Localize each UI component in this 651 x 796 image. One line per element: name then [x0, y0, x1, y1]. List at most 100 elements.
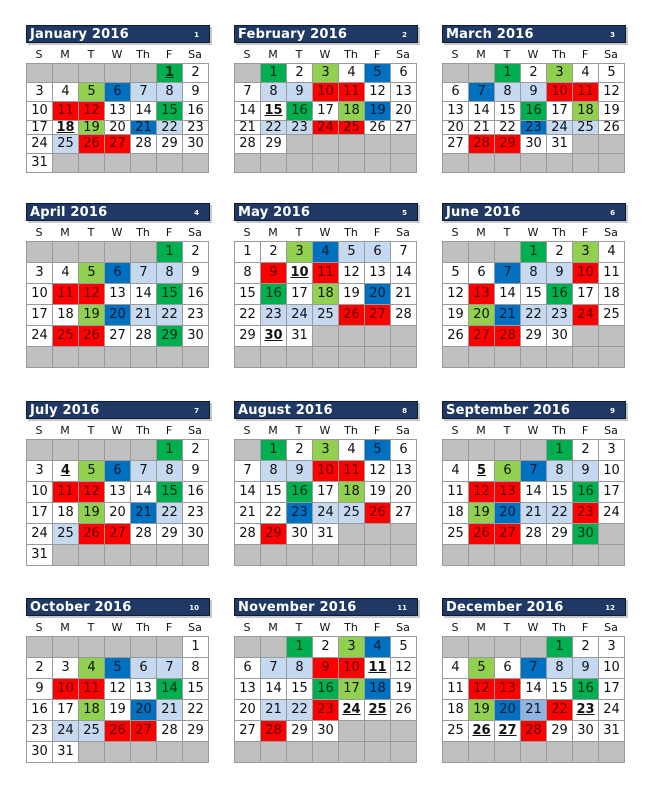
day-cell[interactable]: 22: [547, 503, 573, 524]
day-cell[interactable]: 19: [79, 121, 105, 135]
day-cell[interactable]: 24: [573, 305, 599, 326]
day-cell[interactable]: 28: [131, 524, 157, 545]
day-cell[interactable]: 3: [27, 461, 53, 482]
day-cell[interactable]: 10: [339, 658, 365, 679]
day-cell[interactable]: 18: [599, 284, 625, 305]
day-cell[interactable]: 10: [53, 679, 79, 700]
day-cell[interactable]: 15: [261, 102, 287, 121]
day-cell[interactable]: 6: [391, 64, 417, 83]
day-cell[interactable]: 4: [599, 242, 625, 263]
day-cell[interactable]: 17: [339, 679, 365, 700]
day-cell[interactable]: 10: [27, 102, 53, 121]
day-cell[interactable]: 21: [131, 305, 157, 326]
day-cell[interactable]: 3: [547, 64, 573, 83]
day-cell[interactable]: 27: [391, 503, 417, 524]
day-cell[interactable]: 2: [573, 440, 599, 461]
day-cell[interactable]: 1: [157, 64, 183, 83]
day-cell[interactable]: 10: [313, 83, 339, 102]
day-cell[interactable]: 1: [521, 242, 547, 263]
day-cell[interactable]: 16: [573, 679, 599, 700]
day-cell[interactable]: 9: [261, 263, 287, 284]
day-cell[interactable]: 7: [495, 263, 521, 284]
day-cell[interactable]: 7: [235, 83, 261, 102]
day-cell[interactable]: 12: [443, 284, 469, 305]
day-cell[interactable]: 24: [53, 721, 79, 742]
day-cell[interactable]: 23: [183, 121, 209, 135]
day-cell[interactable]: 2: [261, 242, 287, 263]
day-cell[interactable]: 28: [131, 135, 157, 154]
day-cell[interactable]: 16: [547, 284, 573, 305]
day-cell[interactable]: 1: [235, 242, 261, 263]
day-cell[interactable]: 9: [547, 263, 573, 284]
day-cell[interactable]: 2: [521, 64, 547, 83]
day-cell[interactable]: 14: [391, 263, 417, 284]
day-cell[interactable]: 20: [105, 503, 131, 524]
day-cell[interactable]: 23: [287, 503, 313, 524]
day-cell[interactable]: 26: [105, 721, 131, 742]
day-cell[interactable]: 2: [27, 658, 53, 679]
day-cell[interactable]: 29: [521, 326, 547, 347]
day-cell[interactable]: 8: [157, 461, 183, 482]
day-cell[interactable]: 21: [261, 700, 287, 721]
day-cell[interactable]: 29: [547, 524, 573, 545]
day-cell[interactable]: 22: [547, 700, 573, 721]
day-cell[interactable]: 18: [573, 102, 599, 121]
day-cell[interactable]: 30: [261, 326, 287, 347]
day-cell[interactable]: 18: [443, 503, 469, 524]
day-cell[interactable]: 7: [521, 658, 547, 679]
day-cell[interactable]: 10: [547, 83, 573, 102]
day-cell[interactable]: 11: [599, 263, 625, 284]
day-cell[interactable]: 9: [287, 83, 313, 102]
day-cell[interactable]: 21: [235, 121, 261, 135]
day-cell[interactable]: 6: [495, 461, 521, 482]
day-cell[interactable]: 9: [521, 83, 547, 102]
day-cell[interactable]: 17: [599, 482, 625, 503]
day-cell[interactable]: 22: [261, 121, 287, 135]
day-cell[interactable]: 3: [53, 658, 79, 679]
day-cell[interactable]: 12: [391, 658, 417, 679]
day-cell[interactable]: 6: [443, 83, 469, 102]
day-cell[interactable]: 24: [27, 524, 53, 545]
day-cell[interactable]: 12: [599, 83, 625, 102]
day-cell[interactable]: 21: [131, 121, 157, 135]
day-cell[interactable]: 19: [469, 503, 495, 524]
day-cell[interactable]: 22: [235, 305, 261, 326]
day-cell[interactable]: 6: [105, 83, 131, 102]
day-cell[interactable]: 1: [287, 637, 313, 658]
day-cell[interactable]: 16: [27, 700, 53, 721]
day-cell[interactable]: 31: [27, 545, 53, 566]
day-cell[interactable]: 8: [521, 263, 547, 284]
day-cell[interactable]: 27: [495, 524, 521, 545]
day-cell[interactable]: 11: [53, 284, 79, 305]
day-cell[interactable]: 1: [183, 637, 209, 658]
day-cell[interactable]: 30: [573, 721, 599, 742]
day-cell[interactable]: 17: [53, 700, 79, 721]
day-cell[interactable]: 18: [339, 482, 365, 503]
day-cell[interactable]: 25: [599, 305, 625, 326]
day-cell[interactable]: 20: [391, 102, 417, 121]
day-cell[interactable]: 30: [313, 721, 339, 742]
day-cell[interactable]: 15: [183, 679, 209, 700]
day-cell[interactable]: 6: [469, 263, 495, 284]
day-cell[interactable]: 26: [79, 326, 105, 347]
day-cell[interactable]: 13: [131, 679, 157, 700]
day-cell[interactable]: 15: [547, 679, 573, 700]
day-cell[interactable]: 30: [287, 524, 313, 545]
day-cell[interactable]: 23: [521, 121, 547, 135]
day-cell[interactable]: 13: [443, 102, 469, 121]
day-cell[interactable]: 17: [313, 102, 339, 121]
day-cell[interactable]: 12: [365, 83, 391, 102]
day-cell[interactable]: 22: [157, 121, 183, 135]
day-cell[interactable]: 5: [599, 64, 625, 83]
day-cell[interactable]: 15: [521, 284, 547, 305]
day-cell[interactable]: 22: [157, 503, 183, 524]
day-cell[interactable]: 12: [469, 482, 495, 503]
day-cell[interactable]: 1: [157, 242, 183, 263]
day-cell[interactable]: 22: [495, 121, 521, 135]
day-cell[interactable]: 9: [27, 679, 53, 700]
day-cell[interactable]: 14: [235, 102, 261, 121]
day-cell[interactable]: 16: [521, 102, 547, 121]
day-cell[interactable]: 19: [105, 700, 131, 721]
day-cell[interactable]: 28: [495, 326, 521, 347]
day-cell[interactable]: 24: [339, 700, 365, 721]
